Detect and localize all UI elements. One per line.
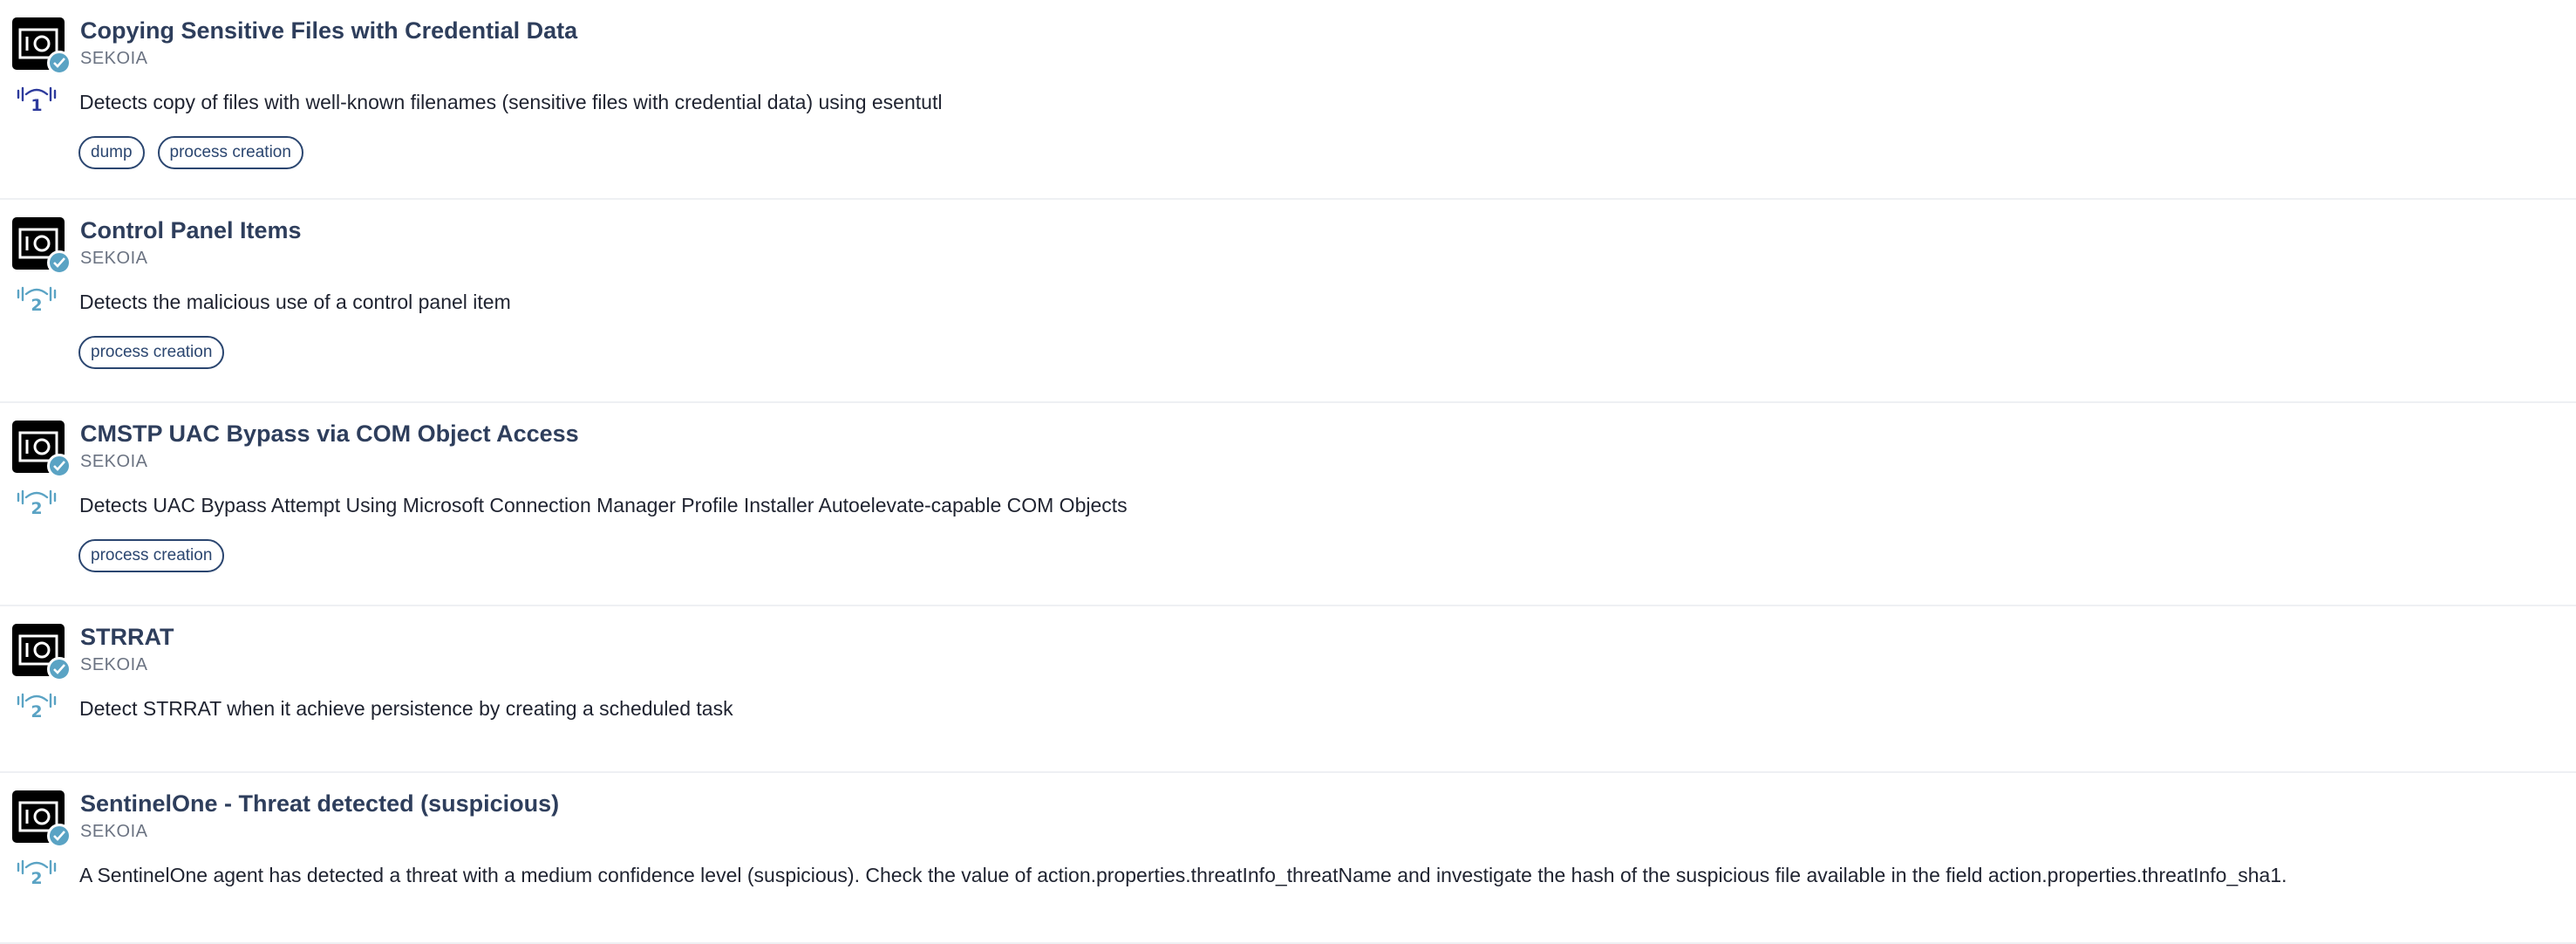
rule-vendor: SEKOIA (80, 655, 148, 674)
signal-level-icon: 2 (14, 692, 59, 727)
tag-chip[interactable]: dump (78, 136, 145, 169)
rule-item[interactable]: STRRAT SEKOIA 2 Detect STRRAT when it ac… (0, 606, 2576, 773)
signal-level-icon: 2 (14, 489, 59, 523)
rule-vendor: SEKOIA (80, 49, 148, 68)
rule-title[interactable]: Control Panel Items (80, 217, 302, 244)
signal-level-icon: 2 (14, 858, 59, 893)
rule-vendor: SEKOIA (80, 249, 148, 268)
verified-check-icon (47, 657, 72, 681)
verified-check-icon (47, 454, 72, 478)
verified-check-icon (47, 824, 72, 848)
rule-description: Detects UAC Bypass Attempt Using Microso… (79, 494, 1128, 516)
level-number: 2 (31, 296, 43, 315)
rule-vendor: SEKOIA (80, 822, 148, 841)
level-number: 2 (31, 499, 43, 518)
tag-chip[interactable]: process creation (78, 336, 225, 369)
rule-item[interactable]: Copying Sensitive Files with Credential … (0, 0, 2576, 200)
rule-description: Detects the malicious use of a control p… (79, 291, 511, 313)
rule-item[interactable]: CMSTP UAC Bypass via COM Object Access S… (0, 403, 2576, 606)
rule-description: Detects copy of files with well-known fi… (79, 91, 943, 113)
rules-list: Copying Sensitive Files with Credential … (0, 0, 2576, 944)
level-number: 2 (31, 869, 43, 888)
tag-chip[interactable]: process creation (157, 136, 303, 169)
rule-title[interactable]: STRRAT (80, 624, 174, 651)
rule-description: A SentinelOne agent has detected a threa… (79, 864, 2287, 886)
tag-list: dump process creation (78, 136, 303, 169)
signal-level-icon: 2 (14, 285, 59, 320)
verified-check-icon (47, 250, 72, 275)
rule-title[interactable]: CMSTP UAC Bypass via COM Object Access (80, 421, 579, 448)
signal-level-icon: 1 (14, 86, 59, 120)
tag-list: process creation (78, 539, 225, 572)
verified-check-icon (47, 51, 72, 75)
level-number: 1 (31, 96, 43, 115)
tag-list: process creation (78, 336, 225, 369)
rule-description: Detect STRRAT when it achieve persistenc… (79, 697, 733, 720)
rule-title[interactable]: Copying Sensitive Files with Credential … (80, 17, 577, 44)
rule-item[interactable]: SentinelOne - Threat detected (suspiciou… (0, 773, 2576, 944)
rule-vendor: SEKOIA (80, 452, 148, 471)
tag-chip[interactable]: process creation (78, 539, 225, 572)
level-number: 2 (31, 702, 43, 722)
rule-title[interactable]: SentinelOne - Threat detected (suspiciou… (80, 790, 559, 817)
rule-item[interactable]: Control Panel Items SEKOIA 2 Detects the… (0, 200, 2576, 403)
